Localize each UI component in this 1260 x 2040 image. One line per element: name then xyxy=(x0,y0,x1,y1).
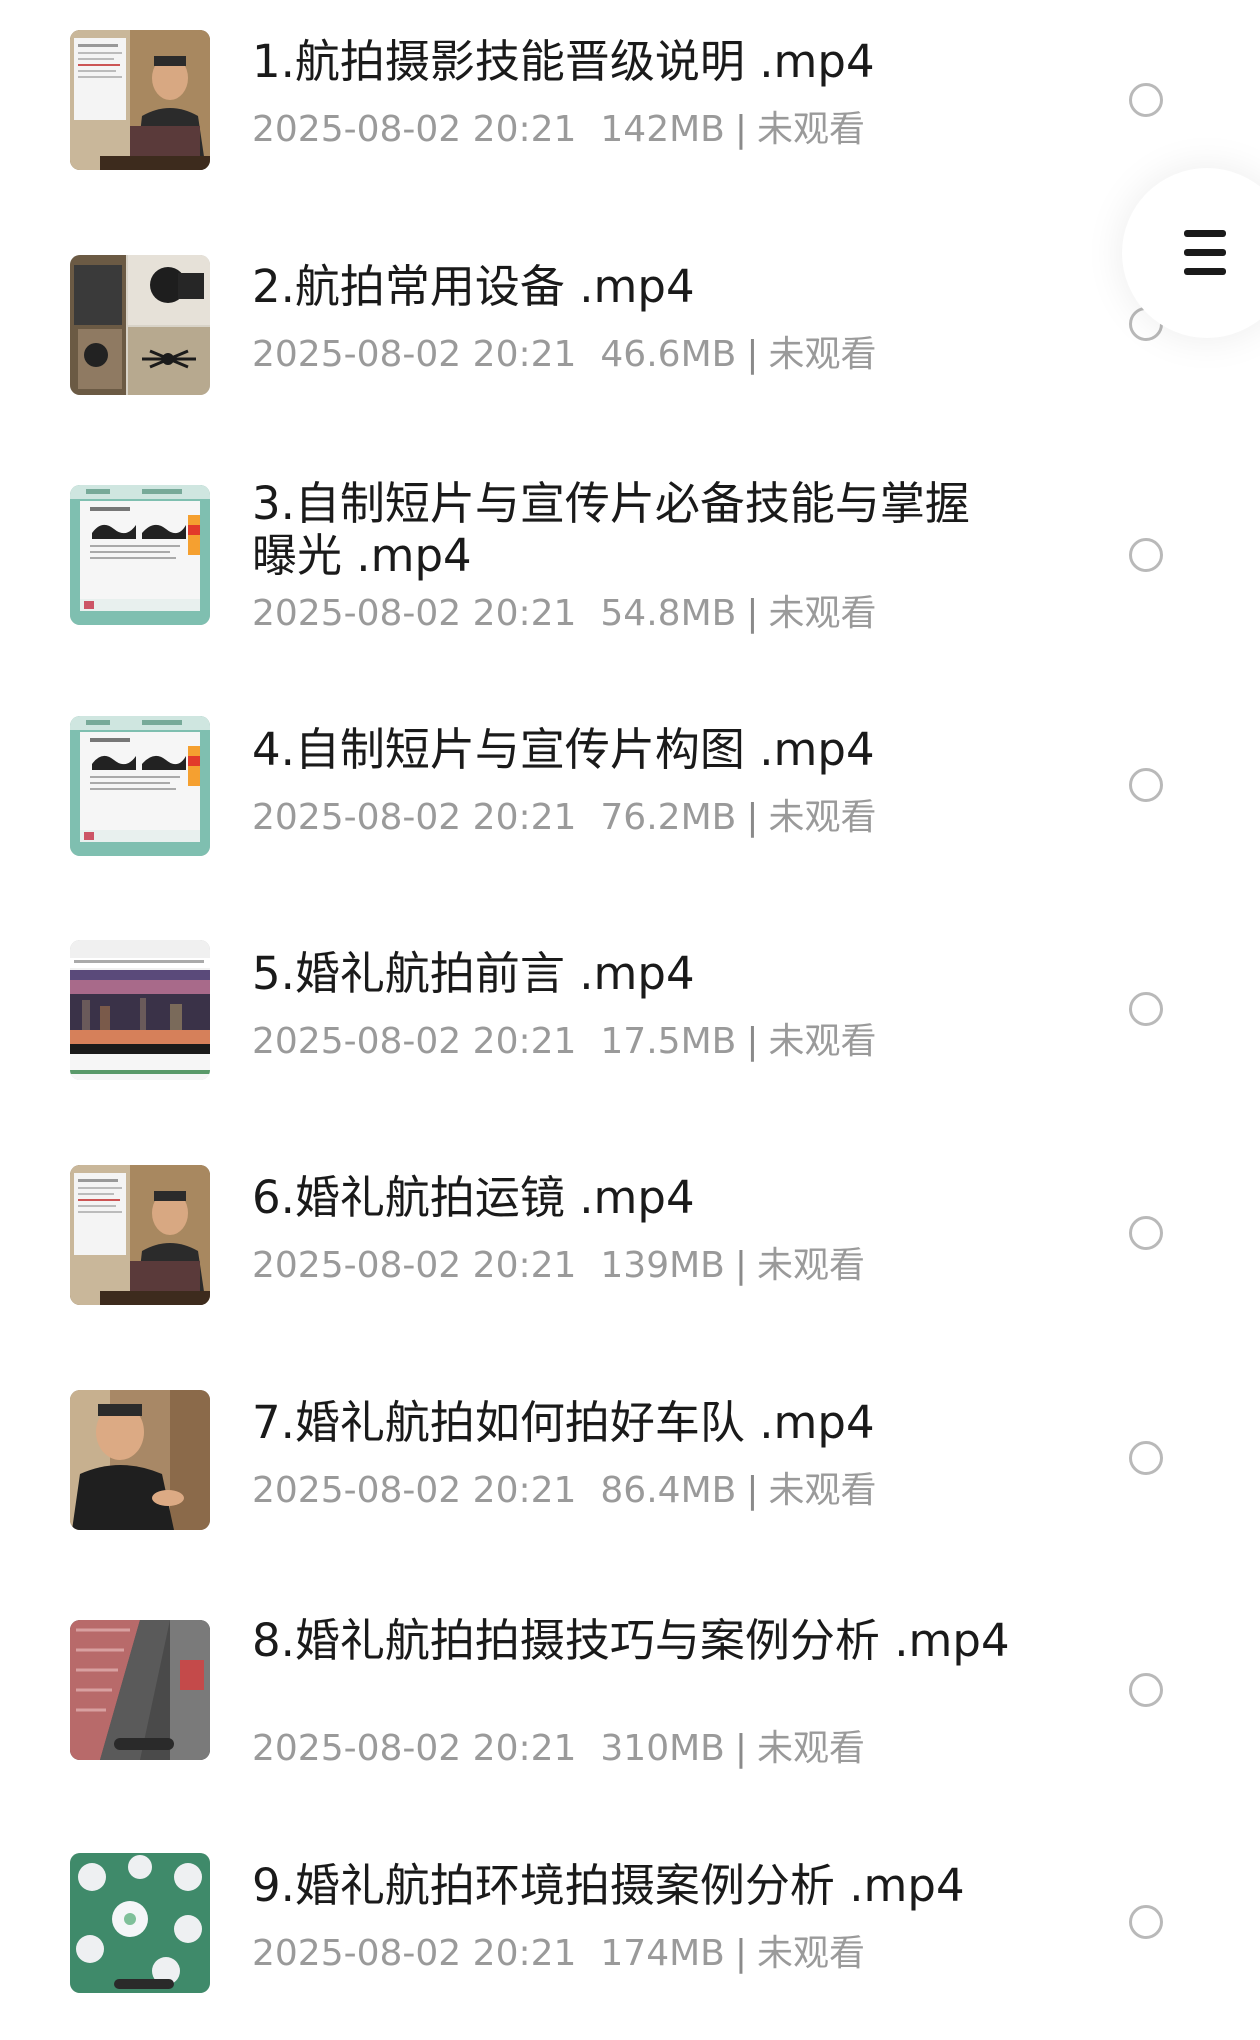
select-radio[interactable] xyxy=(1129,992,1163,1026)
file-title[interactable]: 5.婚礼航拍前言 .mp4 xyxy=(252,948,1012,1000)
file-size: 139MB xyxy=(600,1245,725,1286)
select-radio[interactable] xyxy=(1129,538,1163,572)
file-meta: 2025-08-02 20:21 54.8MB | 未观看 xyxy=(252,592,876,636)
video-thumbnail[interactable] xyxy=(70,1620,210,1760)
file-date: 2025-08-02 20:21 xyxy=(252,593,577,634)
separator: | xyxy=(746,593,759,634)
file-title[interactable]: 7.婚礼航拍如何拍好车队 .mp4 xyxy=(252,1397,1012,1449)
select-radio[interactable] xyxy=(1129,1673,1163,1707)
file-meta: 2025-08-02 20:21 174MB | 未观看 xyxy=(252,1932,865,1976)
file-title[interactable]: 9.婚礼航拍环境拍摄案例分析 .mp4 xyxy=(252,1860,1012,1912)
file-size: 17.5MB xyxy=(600,1021,737,1062)
file-size: 86.4MB xyxy=(600,1470,737,1511)
watch-status: 未观看 xyxy=(757,1933,866,1974)
file-date: 2025-08-02 20:21 xyxy=(252,1470,577,1511)
separator: | xyxy=(746,1470,759,1511)
separator: | xyxy=(746,334,759,375)
file-date: 2025-08-02 20:21 xyxy=(252,1245,577,1286)
separator: | xyxy=(746,1021,759,1062)
video-thumbnail[interactable] xyxy=(70,716,210,856)
select-radio[interactable] xyxy=(1129,1216,1163,1250)
video-thumbnail[interactable] xyxy=(70,1390,210,1530)
watch-status: 未观看 xyxy=(768,593,877,634)
video-thumbnail[interactable] xyxy=(70,1853,210,1993)
file-meta: 2025-08-02 20:21 86.4MB | 未观看 xyxy=(252,1469,876,1513)
file-title[interactable]: 2.航拍常用设备 .mp4 xyxy=(252,261,1012,313)
file-size: 54.8MB xyxy=(600,593,737,634)
file-date: 2025-08-02 20:21 xyxy=(252,1021,577,1062)
video-thumbnail[interactable] xyxy=(70,485,210,625)
video-thumbnail[interactable] xyxy=(70,940,210,1080)
separator: | xyxy=(734,1245,748,1286)
file-meta: 2025-08-02 20:21 310MB | 未观看 xyxy=(252,1727,865,1771)
file-list-item[interactable]: 9.婚礼航拍环境拍摄案例分析 .mp4 2025-08-02 20:21 174MB… xyxy=(0,0,1260,1993)
file-date: 2025-08-02 20:21 xyxy=(252,797,577,838)
file-date: 2025-08-02 20:21 xyxy=(252,1728,577,1769)
separator: | xyxy=(734,1933,748,1974)
file-title[interactable]: 3.自制短片与宣传片必备技能与掌握曝光 .mp4 xyxy=(252,478,1012,582)
file-title[interactable]: 6.婚礼航拍运镜 .mp4 xyxy=(252,1172,1012,1224)
file-title[interactable]: 8.婚礼航拍拍摄技巧与案例分析 .mp4 xyxy=(252,1615,1012,1667)
file-meta: 2025-08-02 20:21 76.2MB | 未观看 xyxy=(252,796,876,840)
select-radio[interactable] xyxy=(1129,1905,1163,1939)
watch-status: 未观看 xyxy=(768,1021,877,1062)
file-meta: 2025-08-02 20:21 139MB | 未观看 xyxy=(252,1244,865,1288)
file-size: 174MB xyxy=(600,1933,725,1974)
file-meta: 2025-08-02 20:21 17.5MB | 未观看 xyxy=(252,1020,876,1064)
file-meta: 2025-08-02 20:21 46.6MB | 未观看 xyxy=(252,333,876,377)
separator: | xyxy=(734,1728,748,1769)
file-date: 2025-08-02 20:21 xyxy=(252,1933,577,1974)
file-list-screen: 1.航拍摄影技能晋级说明 .mp4 2025-08-02 20:21 142MB | 未… xyxy=(0,0,1260,2040)
watch-status: 未观看 xyxy=(768,797,877,838)
file-size: 46.6MB xyxy=(600,334,737,375)
watch-status: 未观看 xyxy=(757,1245,866,1286)
video-thumbnail[interactable] xyxy=(70,255,210,395)
file-title[interactable]: 4.自制短片与宣传片构图 .mp4 xyxy=(252,724,1012,776)
video-thumbnail[interactable] xyxy=(70,1165,210,1305)
separator: | xyxy=(746,797,759,838)
select-radio[interactable] xyxy=(1129,1441,1163,1475)
file-size: 76.2MB xyxy=(600,797,737,838)
watch-status: 未观看 xyxy=(757,1728,866,1769)
watch-status: 未观看 xyxy=(768,1470,877,1511)
watch-status: 未观看 xyxy=(768,334,877,375)
file-date: 2025-08-02 20:21 xyxy=(252,334,577,375)
file-size: 310MB xyxy=(600,1728,725,1769)
select-radio[interactable] xyxy=(1129,768,1163,802)
